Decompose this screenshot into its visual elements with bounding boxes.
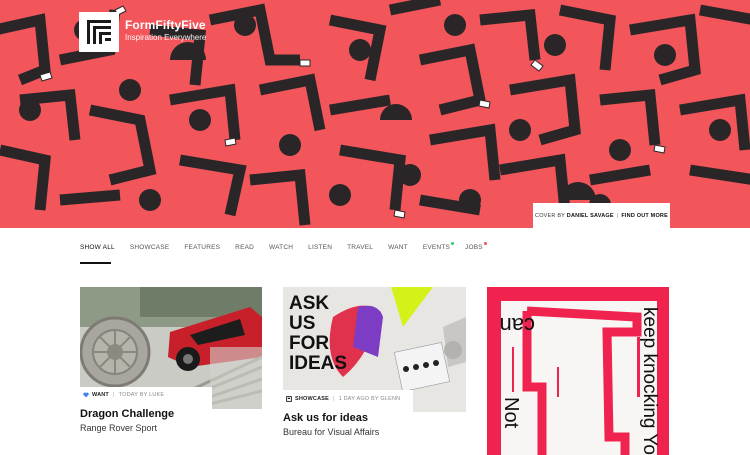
card-subtitle: Bureau for Visual Affairs	[283, 427, 380, 437]
category-nav: SHOW ALL SHOWCASE FEATURES READ WATCH LI…	[80, 240, 498, 254]
artwork-word-ideas: IDEAS	[289, 353, 347, 374]
card-image-poster[interactable]: can Not keep knocking You	[487, 287, 669, 455]
nav-item-events-label: EVENTS	[422, 243, 451, 251]
formfiftyfive-logo-icon	[87, 20, 111, 44]
showcase-icon	[286, 396, 292, 402]
credit-separator: |	[616, 212, 619, 219]
logo[interactable]	[79, 12, 119, 52]
meta-separator: |	[333, 396, 335, 402]
card-meta: SHOWCASE | 1 DAY AGO BY GLENN	[286, 396, 400, 402]
card-category[interactable]: SHOWCASE	[295, 396, 329, 402]
card-date: 1 DAY AGO BY GLENN	[338, 396, 401, 402]
nav-item-read[interactable]: READ	[235, 244, 254, 251]
nav-item-want[interactable]: WANT	[388, 244, 408, 251]
card-date: TODAY BY LUKE	[118, 392, 165, 398]
poster-word-can: can	[500, 313, 535, 338]
nav-item-listen[interactable]: LISTEN	[308, 244, 332, 251]
cover-artist-link[interactable]: DANIEL SAVAGE	[567, 213, 614, 219]
nav-item-jobs[interactable]: JOBS	[465, 241, 487, 251]
nav-item-showcase[interactable]: SHOWCASE	[130, 244, 170, 251]
card-meta-panel: SHOWCASE | 1 DAY AGO BY GLENN	[283, 390, 413, 414]
jobs-indicator-dot	[483, 241, 487, 245]
card-meta: WANT | TODAY BY LUKE	[83, 392, 164, 398]
brand-tagline: Inspiration Everywhere	[125, 33, 207, 42]
find-out-more-link[interactable]: FIND OUT MORE	[621, 213, 668, 219]
hero-cover: FormFiftyFive Inspiration Everywhere COV…	[0, 0, 750, 228]
nav-item-events[interactable]: EVENTS	[422, 241, 455, 251]
poster-word-not: Not	[500, 397, 522, 429]
artwork-word-for: FOR	[289, 333, 329, 354]
active-tab-underline	[80, 262, 111, 264]
nav-item-features[interactable]: FEATURES	[184, 244, 220, 251]
cover-credit-prefix: COVER BY	[535, 212, 566, 219]
nav-item-travel[interactable]: TRAVEL	[347, 244, 373, 251]
card-title[interactable]: Ask us for ideas	[283, 412, 368, 424]
card-category[interactable]: WANT	[92, 392, 109, 398]
meta-separator: |	[113, 392, 115, 398]
nav-item-show-all[interactable]: SHOW ALL	[80, 244, 115, 251]
artwork-word-ask: ASK	[289, 293, 329, 314]
nav-item-watch[interactable]: WATCH	[269, 244, 293, 251]
nav-item-jobs-label: JOBS	[465, 243, 483, 251]
card-subtitle: Range Rover Sport	[80, 423, 158, 433]
heart-icon	[83, 392, 89, 398]
poster-phrase: keep knocking You	[639, 307, 660, 455]
cover-credit-bar: COVER BY DANIEL SAVAGE | FIND OUT MORE	[533, 203, 670, 228]
events-indicator-dot	[451, 241, 455, 245]
poster-artwork: can Not keep knocking You	[487, 287, 669, 455]
brand-name[interactable]: FormFiftyFive	[125, 18, 206, 32]
artwork-word-us: US	[289, 313, 315, 334]
card-title[interactable]: Dragon Challenge	[80, 408, 174, 420]
